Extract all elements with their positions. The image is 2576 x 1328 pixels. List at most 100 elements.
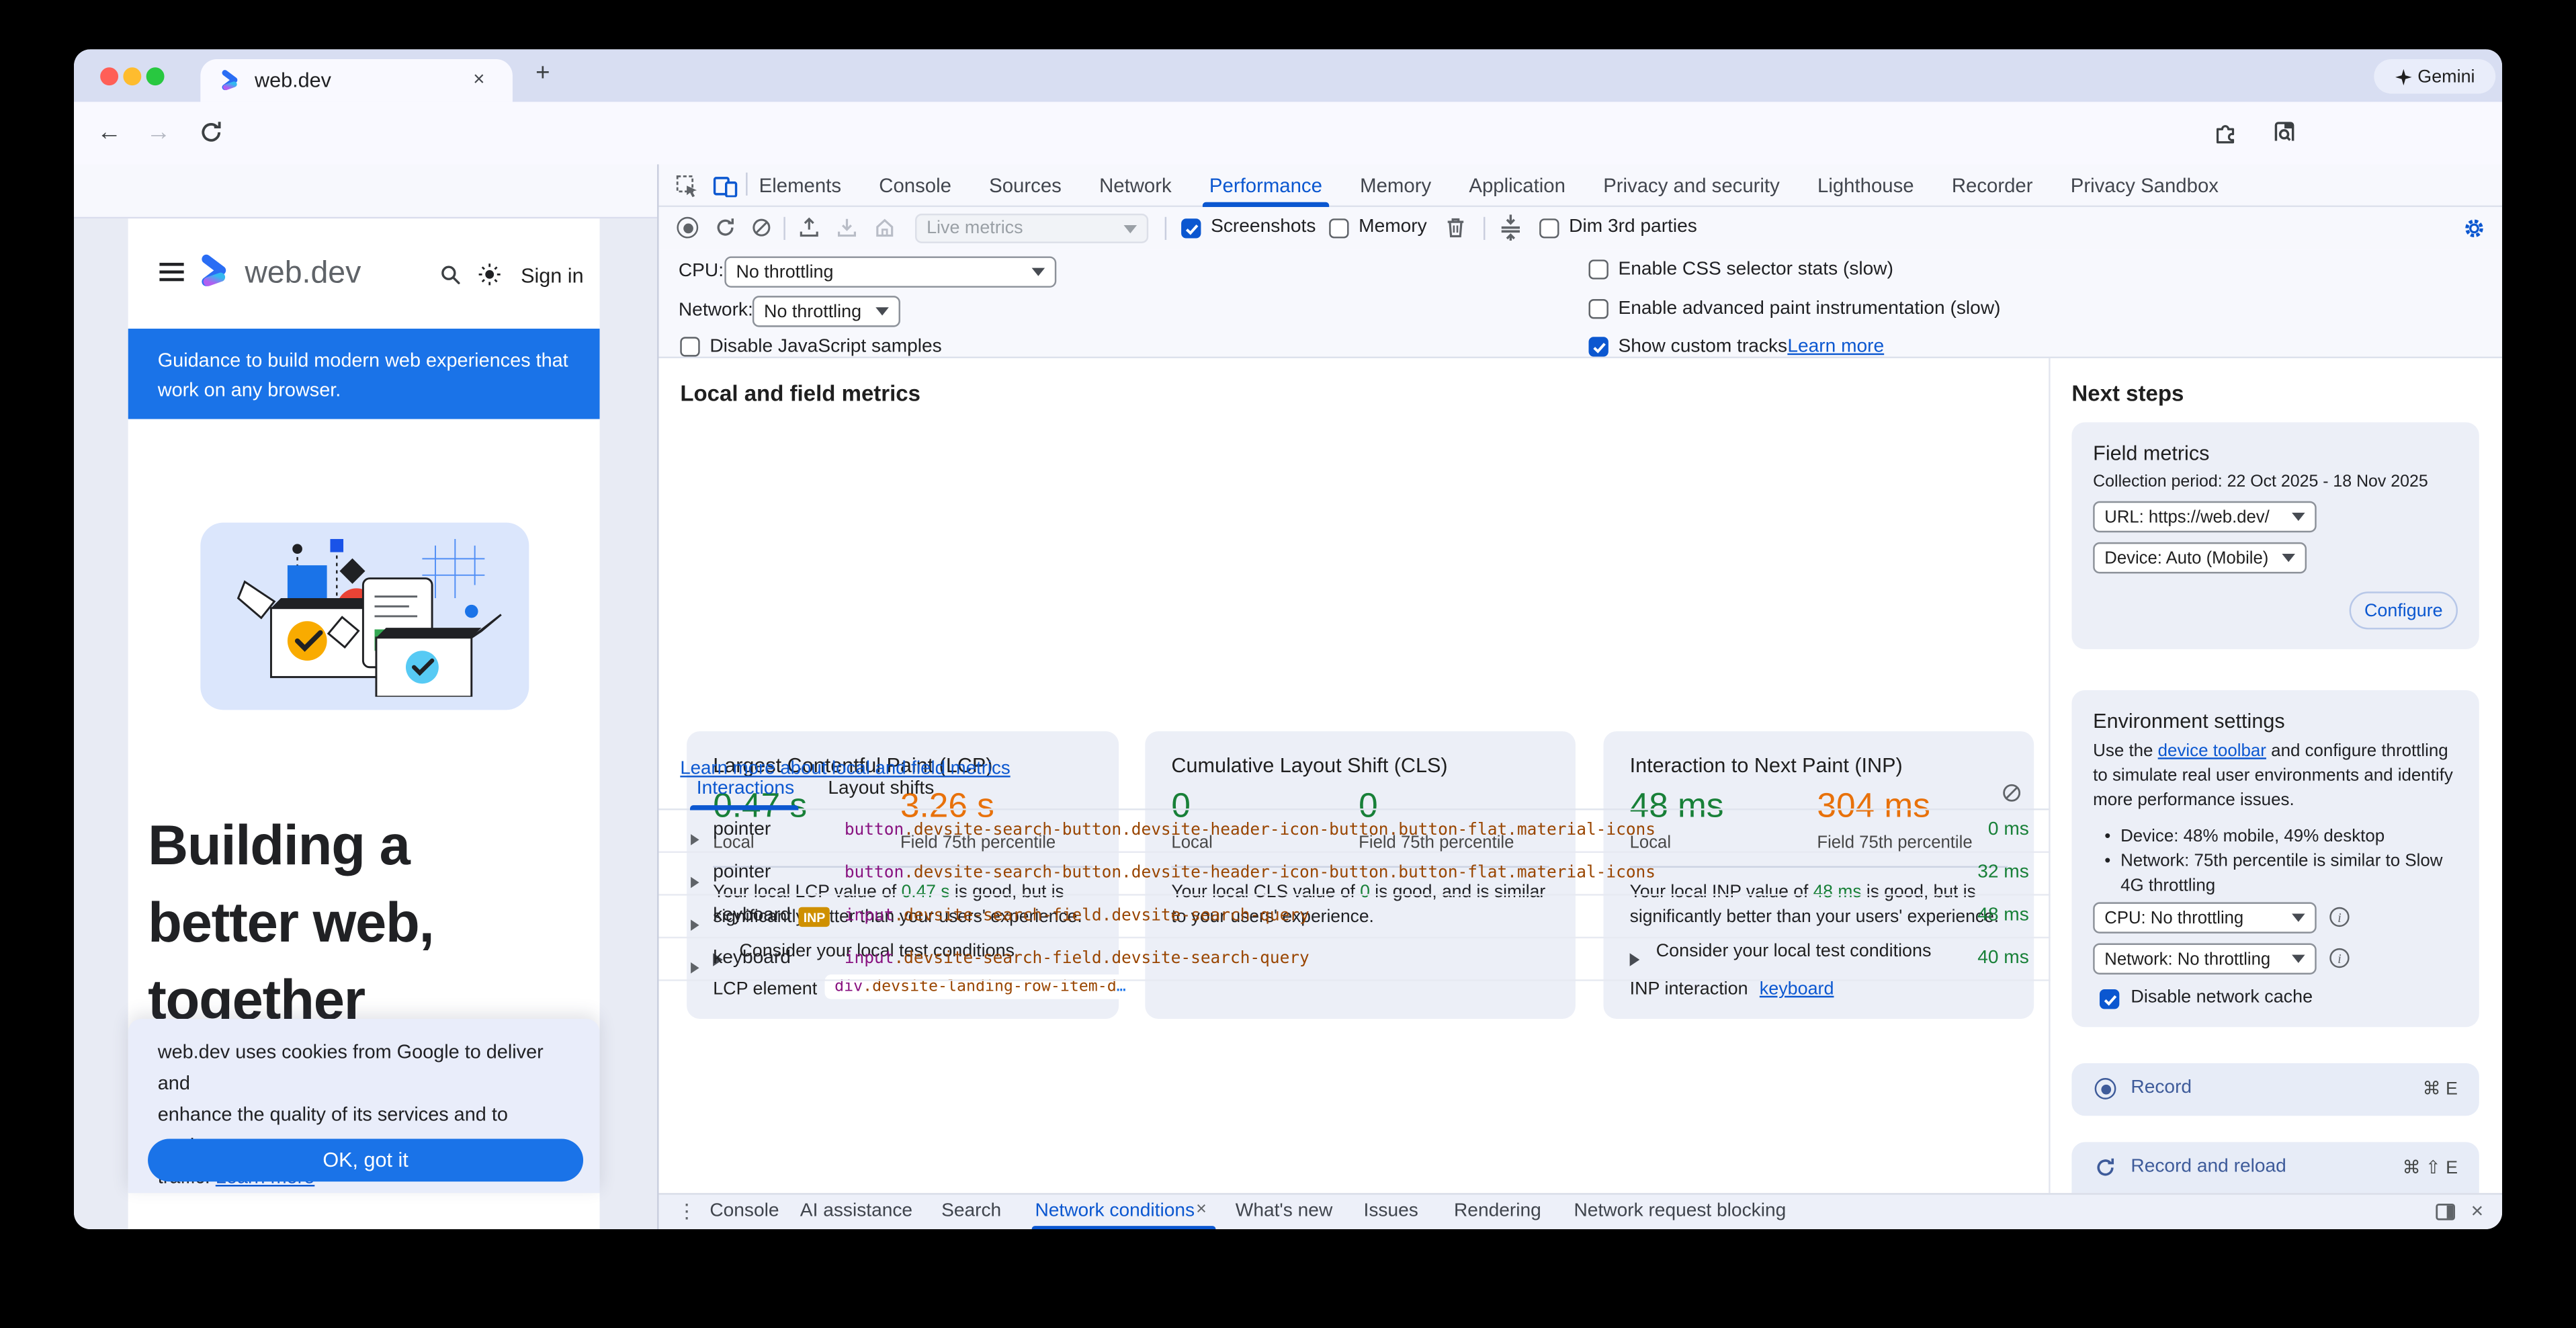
history-select: Live metrics [915,214,1148,243]
sidebar-divider [2049,358,2050,1193]
memory-checkbox[interactable] [1329,218,1348,238]
tab-recorder[interactable]: Recorder [1952,173,2033,196]
site-banner: Guidance to build modern web experiences… [128,329,600,419]
cookie-ok-button[interactable]: OK, got it [148,1139,583,1182]
minimize-window-button[interactable] [123,67,141,85]
disable-network-cache-checkbox[interactable] [2100,989,2119,1009]
compress-panel-icon[interactable] [1500,214,1521,242]
env-network-select[interactable]: Network: No throttling [2093,944,2317,974]
tab-network[interactable]: Network [1099,173,1172,196]
record-and-reload-button[interactable]: Record and reload ⌘ ⇧ E [2071,1142,2479,1193]
record-icon[interactable] [677,217,698,239]
tab-interactions[interactable]: Interactions [697,779,794,798]
cpu-throttling-select[interactable]: No throttling [724,256,1056,287]
drawer-menu-icon[interactable]: ⋮ [677,1200,696,1222]
next-steps-heading: Next steps [2071,381,2184,406]
banner-line1: Guidance to build modern web experiences… [158,345,600,374]
inspect-element-icon[interactable] [675,174,698,197]
drawer-tab-rendering[interactable]: Rendering [1454,1201,1541,1220]
tab-sources[interactable]: Sources [989,173,1062,196]
theme-toggle-sun-icon[interactable] [478,263,501,286]
site-search-icon[interactable] [439,263,462,286]
cls-title: Cumulative Layout Shift (CLS) [1171,754,1447,777]
inp-interaction-link[interactable]: keyboard [1760,979,1834,999]
tab-memory[interactable]: Memory [1360,173,1431,196]
drawer-tab-network-request-blocking[interactable]: Network request blocking [1574,1201,1787,1220]
network-throttling-select[interactable]: No throttling [753,296,900,327]
record-button[interactable]: Record ⌘ E [2071,1063,2479,1116]
webdev-logo[interactable] [199,253,235,290]
clear-icon[interactable] [750,217,772,239]
drawer-tab-close-icon[interactable]: × [1196,1200,1207,1219]
dim-third-parties-checkbox[interactable] [1539,218,1559,238]
advanced-paint-checkbox[interactable] [1589,299,1608,319]
tab-close-icon[interactable]: × [473,67,484,90]
cookie-line1: web.dev uses cookies from Google to deli… [158,1037,570,1099]
drawer-tab-search[interactable]: Search [941,1201,1001,1220]
tab-application[interactable]: Application [1469,173,1565,196]
close-window-button[interactable] [100,67,118,85]
dock-drawer-icon[interactable] [2435,1201,2456,1222]
new-tab-icon[interactable]: + [535,59,550,87]
field-device-select[interactable]: Device: Auto (Mobile) [2093,542,2307,573]
show-custom-tracks-checkbox[interactable] [1589,337,1608,356]
reload-icon[interactable] [199,120,224,144]
record-button-icon [2095,1078,2116,1099]
hamburger-menu-icon[interactable] [159,261,184,283]
extensions-puzzle-icon[interactable] [2213,120,2238,144]
forward-icon[interactable]: → [146,118,171,147]
load-profile-icon[interactable] [798,217,820,239]
tab-elements[interactable]: Elements [759,173,841,196]
tab-strip: web.dev × + Gemini [74,49,2502,101]
custom-tracks-learn-more-link[interactable]: Learn more [1787,337,1884,356]
heading-line2: better web, [148,886,433,963]
tab-privacy-security[interactable]: Privacy and security [1603,173,1780,196]
env-cpu-select[interactable]: CPU: No throttling [2093,902,2317,933]
tab-lighthouse[interactable]: Lighthouse [1817,173,1914,196]
webdev-favicon [220,69,243,92]
tab-layout-shifts[interactable]: Layout shifts [828,779,934,798]
configure-button[interactable]: Configure [2350,591,2458,629]
gemini-label: Gemini [2417,67,2475,86]
capture-settings-gear-icon[interactable] [2462,217,2485,240]
tab-console[interactable]: Console [879,173,951,196]
interaction-row[interactable]: keyboard INP input.devsite-search-field.… [659,896,2051,939]
network-info-icon[interactable]: i [2329,948,2349,968]
device-toolbar-link[interactable]: device toolbar [2158,741,2266,761]
screenshots-checkbox[interactable] [1181,218,1201,238]
back-icon[interactable]: ← [97,118,122,147]
drawer-tab-issues[interactable]: Issues [1364,1201,1418,1220]
clear-interactions-icon[interactable] [2001,782,2022,804]
tab-performance[interactable]: Performance [1209,173,1322,196]
field-metrics-card: Field metrics Collection period: 22 Oct … [2071,422,2479,649]
interaction-row[interactable]: pointer button.devsite-search-button.dev… [659,810,2051,853]
zoom-window-button[interactable] [146,67,165,85]
drawer-tab-whats-new[interactable]: What's new [1236,1201,1332,1220]
drawer-tab-console[interactable]: Console [710,1201,779,1220]
collect-garbage-icon[interactable] [1444,215,1467,240]
interaction-time: 40 ms [1977,948,2029,968]
drawer-tab-ai-assistance[interactable]: AI assistance [800,1201,912,1220]
capture-settings-panel: CPU: No throttling Enable CSS selector s… [659,250,2503,358]
gemini-button[interactable]: Gemini [2374,59,2495,93]
interaction-row[interactable]: keyboard input.devsite-search-field.devs… [659,938,2051,981]
device-mode-icon[interactable] [713,174,738,197]
tab-privacy-sandbox[interactable]: Privacy Sandbox [2071,173,2219,196]
sign-in-link[interactable]: Sign in [521,265,583,288]
metrics-learn-more-link[interactable]: Learn more about local and field metrics [680,759,1010,779]
tab-search-icon[interactable] [2272,120,2297,144]
field-url-select[interactable]: URL: https://web.dev/ [2093,501,2317,532]
disable-js-samples-checkbox[interactable] [680,337,699,356]
drawer-close-icon[interactable]: × [2471,1198,2484,1223]
emulation-gutter-right [599,218,657,1229]
disable-js-samples-label: Disable JavaScript samples [710,337,941,356]
css-selector-stats-checkbox[interactable] [1589,259,1608,279]
interaction-row[interactable]: pointer button.devsite-search-button.dev… [659,853,2051,896]
browser-tab[interactable]: web.dev × [200,59,513,102]
site-brand[interactable]: web.dev [245,256,361,292]
drawer-tab-network-conditions[interactable]: Network conditions [1035,1201,1195,1220]
cpu-info-icon[interactable]: i [2329,907,2349,927]
drawer-active-underline [1032,1226,1216,1229]
network-label: Network: [679,300,753,320]
record-and-reload-icon[interactable] [715,217,736,239]
